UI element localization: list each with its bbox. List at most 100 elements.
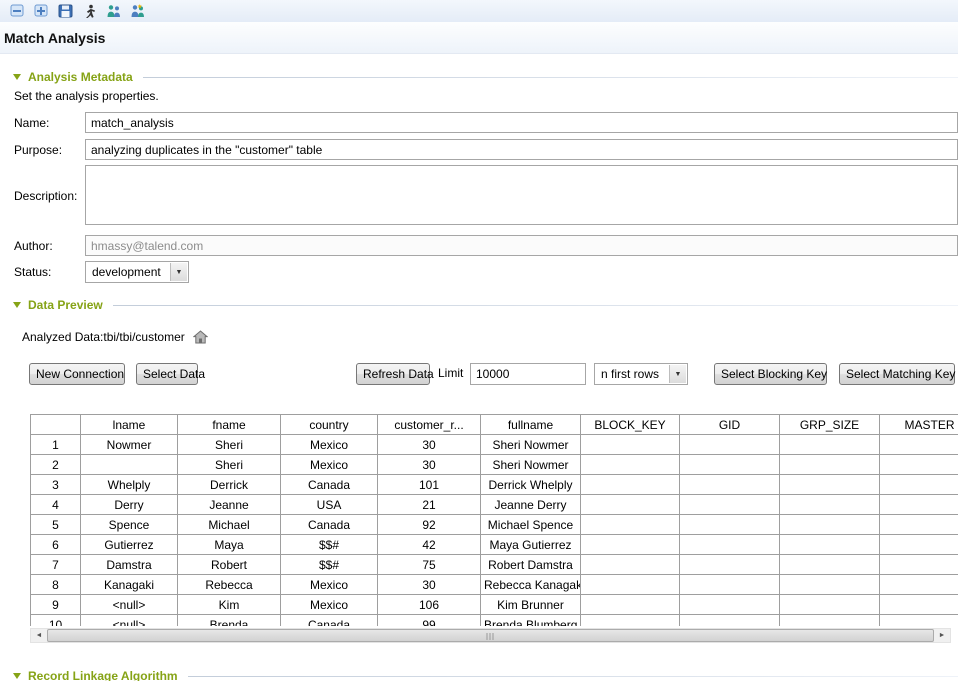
table-cell[interactable]: 106 bbox=[378, 595, 481, 615]
table-cell[interactable]: Sheri Nowmer bbox=[481, 435, 581, 455]
table-cell[interactable] bbox=[680, 435, 780, 455]
table-cell[interactable] bbox=[780, 595, 880, 615]
select-blocking-key-button[interactable]: Select Blocking Key bbox=[714, 363, 827, 385]
table-cell[interactable] bbox=[880, 455, 958, 475]
import-match-rule-icon[interactable] bbox=[105, 3, 122, 19]
table-cell[interactable]: $$# bbox=[281, 555, 378, 575]
export-match-rule-icon[interactable] bbox=[129, 3, 146, 19]
table-cell[interactable]: Brenda bbox=[178, 615, 281, 627]
column-header[interactable]: BLOCK_KEY bbox=[581, 415, 680, 435]
table-cell[interactable]: Derrick Whelply bbox=[481, 475, 581, 495]
table-row[interactable]: 8KanagakiRebeccaMexico30Rebecca Kanagaki bbox=[31, 575, 958, 595]
collapse-sections-icon[interactable] bbox=[9, 3, 26, 19]
row-number-cell[interactable]: 6 bbox=[31, 535, 81, 555]
column-header[interactable]: fname bbox=[178, 415, 281, 435]
table-row[interactable]: 4DerryJeanneUSA21Jeanne Derry bbox=[31, 495, 958, 515]
table-cell[interactable]: Sheri Nowmer bbox=[481, 455, 581, 475]
row-number-cell[interactable]: 5 bbox=[31, 515, 81, 535]
table-cell[interactable] bbox=[680, 475, 780, 495]
table-cell[interactable] bbox=[680, 595, 780, 615]
table-cell[interactable]: 75 bbox=[378, 555, 481, 575]
table-cell[interactable]: Rebecca Kanagaki bbox=[481, 575, 581, 595]
table-cell[interactable] bbox=[880, 535, 958, 555]
table-cell[interactable] bbox=[880, 435, 958, 455]
data-preview-title[interactable]: Data Preview bbox=[28, 298, 103, 312]
table-cell[interactable] bbox=[581, 615, 680, 627]
table-cell[interactable]: Mexico bbox=[281, 435, 378, 455]
table-cell[interactable] bbox=[81, 455, 178, 475]
table-cell[interactable]: Damstra bbox=[81, 555, 178, 575]
table-cell[interactable]: Sheri bbox=[178, 435, 281, 455]
scrollbar-thumb[interactable] bbox=[47, 629, 934, 642]
table-cell[interactable]: Jeanne bbox=[178, 495, 281, 515]
table-cell[interactable] bbox=[780, 495, 880, 515]
row-number-cell[interactable]: 7 bbox=[31, 555, 81, 575]
table-cell[interactable] bbox=[581, 495, 680, 515]
table-cell[interactable] bbox=[780, 515, 880, 535]
table-cell[interactable] bbox=[880, 555, 958, 575]
table-cell[interactable]: <null> bbox=[81, 615, 178, 627]
table-cell[interactable] bbox=[780, 455, 880, 475]
table-cell[interactable]: Derrick bbox=[178, 475, 281, 495]
corner-header-cell[interactable] bbox=[31, 415, 81, 435]
expand-sections-icon[interactable] bbox=[33, 3, 50, 19]
table-cell[interactable]: 21 bbox=[378, 495, 481, 515]
row-number-cell[interactable]: 2 bbox=[31, 455, 81, 475]
table-cell[interactable] bbox=[680, 515, 780, 535]
table-cell[interactable]: 30 bbox=[378, 455, 481, 475]
table-cell[interactable] bbox=[581, 515, 680, 535]
table-cell[interactable]: <null> bbox=[81, 595, 178, 615]
home-icon[interactable] bbox=[193, 330, 208, 344]
table-cell[interactable]: 42 bbox=[378, 535, 481, 555]
table-cell[interactable]: 30 bbox=[378, 575, 481, 595]
table-cell[interactable]: Robert Damstra bbox=[481, 555, 581, 575]
scroll-left-icon[interactable]: ◄ bbox=[31, 629, 47, 642]
run-match-analysis-icon[interactable] bbox=[81, 3, 98, 19]
scroll-right-icon[interactable]: ► bbox=[934, 629, 950, 642]
table-cell[interactable]: Brenda Blumberg bbox=[481, 615, 581, 627]
table-cell[interactable]: Kim Brunner bbox=[481, 595, 581, 615]
column-header[interactable]: country bbox=[281, 415, 378, 435]
table-cell[interactable] bbox=[880, 575, 958, 595]
chevron-down-icon[interactable] bbox=[13, 302, 21, 308]
analysis-metadata-title[interactable]: Analysis Metadata bbox=[28, 70, 133, 84]
table-cell[interactable] bbox=[680, 615, 780, 627]
purpose-input[interactable] bbox=[85, 139, 958, 160]
table-row[interactable]: 7DamstraRobert$$#75Robert Damstra bbox=[31, 555, 958, 575]
rows-mode-dropdown[interactable]: n first rows ▼ bbox=[594, 363, 688, 385]
description-input[interactable] bbox=[85, 165, 958, 225]
column-header[interactable]: GRP_SIZE bbox=[780, 415, 880, 435]
table-cell[interactable]: Gutierrez bbox=[81, 535, 178, 555]
table-cell[interactable]: Spence bbox=[81, 515, 178, 535]
table-row[interactable]: 9<null>KimMexico106Kim Brunner bbox=[31, 595, 958, 615]
column-header[interactable]: customer_r... bbox=[378, 415, 481, 435]
table-cell[interactable] bbox=[780, 435, 880, 455]
table-cell[interactable] bbox=[680, 535, 780, 555]
table-cell[interactable] bbox=[581, 555, 680, 575]
status-dropdown[interactable]: development ▼ bbox=[85, 261, 189, 283]
table-row[interactable]: 6GutierrezMaya$$#42Maya Gutierrez bbox=[31, 535, 958, 555]
table-cell[interactable] bbox=[680, 575, 780, 595]
column-header[interactable]: fullname bbox=[481, 415, 581, 435]
chevron-down-icon[interactable] bbox=[13, 74, 21, 80]
table-cell[interactable] bbox=[581, 435, 680, 455]
table-row[interactable]: 2SheriMexico30Sheri Nowmer bbox=[31, 455, 958, 475]
table-cell[interactable]: 30 bbox=[378, 435, 481, 455]
table-cell[interactable] bbox=[581, 595, 680, 615]
table-row[interactable]: 10<null>BrendaCanada99Brenda Blumberg bbox=[31, 615, 958, 627]
table-cell[interactable]: Canada bbox=[281, 515, 378, 535]
column-header[interactable]: GID bbox=[680, 415, 780, 435]
table-cell[interactable]: Rebecca bbox=[178, 575, 281, 595]
column-header[interactable]: lname bbox=[81, 415, 178, 435]
table-cell[interactable] bbox=[680, 555, 780, 575]
table-cell[interactable]: Robert bbox=[178, 555, 281, 575]
table-cell[interactable]: Sheri bbox=[178, 455, 281, 475]
table-cell[interactable] bbox=[780, 615, 880, 627]
row-number-cell[interactable]: 8 bbox=[31, 575, 81, 595]
table-cell[interactable] bbox=[780, 555, 880, 575]
row-number-cell[interactable]: 10 bbox=[31, 615, 81, 627]
column-header[interactable]: MASTER bbox=[880, 415, 958, 435]
table-cell[interactable] bbox=[880, 475, 958, 495]
table-cell[interactable] bbox=[680, 455, 780, 475]
table-cell[interactable]: 92 bbox=[378, 515, 481, 535]
